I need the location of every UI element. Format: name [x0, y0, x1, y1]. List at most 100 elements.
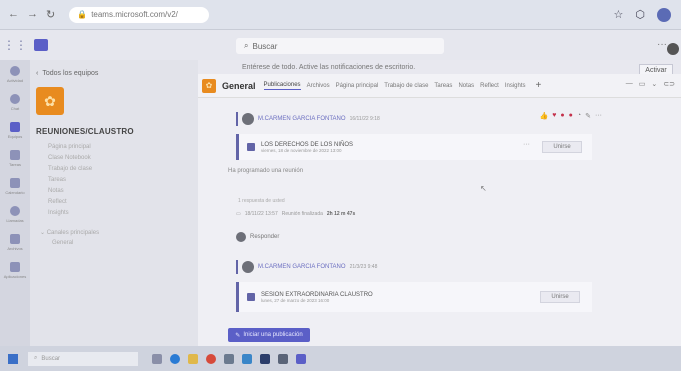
app-icon[interactable] [224, 353, 234, 364]
rail-chat[interactable]: Chat [0, 88, 30, 116]
reload-icon[interactable]: ↻ [46, 8, 55, 21]
address-bar[interactable]: 🔒 teams.microsoft.com/v2/ [69, 6, 210, 23]
post-item: M.CARMEN GARCIA FONTANO 16/11/22 9:18 👍 … [236, 112, 602, 160]
chrome-icon[interactable] [206, 353, 216, 364]
more-options-icon[interactable]: ··· [657, 39, 667, 50]
meeting-ended-line: ▭ 18/11/22 13:57 Reunión finalizada 2h 1… [236, 211, 355, 217]
app-launcher-icon[interactable]: ⋮⋮ [0, 38, 30, 52]
meeting-card[interactable]: LOS DERECHOS DE LOS NIÑOS viernes, 18 de… [236, 134, 592, 160]
task-view-icon[interactable] [152, 353, 162, 364]
rail-calls[interactable]: Llamadas [0, 200, 30, 228]
sidebar-item-home[interactable]: Página principal [36, 144, 192, 155]
sad-icon[interactable]: ◔ [577, 112, 581, 120]
heart-icon[interactable]: ♥ [552, 112, 556, 120]
teams-header: ⋮⋮ ⌕ Buscar ··· [0, 30, 681, 60]
team-sidebar: ‹ Todos los equipos ✿ REUNIONES/CLAUSTRO… [30, 60, 198, 346]
calendar-icon [247, 143, 255, 151]
sidebar-item-notebook[interactable]: Clase Notebook [36, 155, 192, 166]
sidebar-item-reflect[interactable]: Reflect [36, 199, 192, 210]
tab-files[interactable]: Archivos [307, 83, 330, 89]
edge-icon[interactable] [170, 353, 180, 364]
rail-tasks[interactable]: Tareas [0, 144, 30, 172]
app-icon[interactable] [278, 353, 288, 364]
chevron-left-icon: ‹ [36, 70, 39, 77]
replies-count[interactable]: 1 respuesta de usted [238, 198, 285, 204]
posts-feed: M.CARMEN GARCIA FONTANO 16/11/22 9:18 👍 … [198, 98, 681, 346]
reply-button[interactable]: Responder [236, 232, 279, 242]
join-button[interactable]: Unirse [540, 291, 580, 303]
teams-icon[interactable] [296, 353, 306, 364]
sidebar-item-classwork[interactable]: Trabajo de clase [36, 166, 192, 177]
back-label: Todos los equipos [42, 70, 99, 77]
rail-teams[interactable]: Equipos [0, 116, 30, 144]
phone-icon [10, 205, 20, 216]
app-icon[interactable] [260, 353, 270, 364]
app-rail: Actividad Chat Equipos Tareas Calendario… [0, 60, 30, 346]
channel-name: General [222, 80, 256, 91]
channels-head-label: Canales principales [46, 230, 100, 236]
notification-banner: Entérese de todo. Active las notificacio… [198, 60, 681, 74]
ended-time: 18/11/22 13:57 [244, 211, 278, 217]
user-avatar[interactable] [667, 43, 679, 55]
all-teams-link[interactable]: ‹ Todos los equipos [36, 70, 192, 77]
star-icon[interactable]: ☆ [614, 8, 624, 22]
windows-start-icon[interactable] [8, 353, 18, 364]
tab-home[interactable]: Página principal [336, 83, 379, 89]
surprised-icon[interactable]: ● [569, 112, 573, 120]
forward-arrow-icon[interactable]: → [27, 8, 38, 21]
search-placeholder: Buscar [252, 41, 278, 51]
rail-files[interactable]: Archivos [0, 228, 30, 256]
rail-calendar[interactable]: Calendario [0, 172, 30, 200]
tab-assignments[interactable]: Tareas [434, 83, 452, 89]
search-input[interactable]: ⌕ Buscar [236, 38, 444, 54]
team-nav: Página principal Clase Notebook Trabajo … [36, 144, 192, 221]
post-accent [236, 112, 238, 126]
extensions-icon[interactable]: ⬡ [635, 8, 645, 22]
calendar-icon [10, 177, 20, 188]
teams-icon [10, 121, 20, 132]
start-post-button[interactable]: ✎ Iniciar una publicación [228, 328, 310, 342]
expand-icon[interactable]: ⊂⊃ [663, 80, 675, 88]
taskbar: ⌕ Buscar [0, 346, 681, 371]
tab-insights[interactable]: Insights [505, 83, 526, 89]
video-icon[interactable]: ▭ [639, 80, 646, 88]
folder-icon[interactable] [188, 353, 198, 364]
calendar-icon [247, 293, 255, 301]
banner-text: Entérese de todo. Active las notificacio… [242, 63, 416, 71]
taskbar-search[interactable]: ⌕ Buscar [28, 351, 138, 366]
laugh-icon[interactable]: ● [560, 112, 564, 120]
join-button[interactable]: Unirse [542, 141, 582, 153]
rail-apps[interactable]: Aplicaciones [0, 256, 30, 284]
tab-grades[interactable]: Notas [458, 83, 474, 89]
sidebar-item-grades[interactable]: Notas [36, 188, 192, 199]
like-icon[interactable]: 👍 [540, 112, 549, 120]
sidebar-item-general[interactable]: General [36, 240, 192, 246]
sidebar-item-assignments[interactable]: Tareas [36, 177, 192, 188]
post-accent [236, 260, 238, 274]
rail-activity[interactable]: Actividad [0, 60, 30, 88]
sidebar-item-insights[interactable]: Insights [36, 210, 192, 221]
tab-classwork[interactable]: Trabajo de clase [384, 83, 428, 89]
more-options-icon[interactable]: ··· [595, 112, 602, 120]
post-author: M.CARMEN GARCIA FONTANO [258, 116, 346, 122]
app-icon[interactable] [242, 353, 252, 364]
edit-icon[interactable]: ✎ [585, 112, 591, 120]
team-name: REUNIONES/CLAUSTRO [36, 127, 134, 136]
team-avatar[interactable]: ✿ [36, 87, 64, 115]
channels-header[interactable]: ⌄ Canales principales [36, 229, 192, 236]
minus-icon[interactable]: — [626, 80, 633, 88]
meeting-info: LOS DERECHOS DE LOS NIÑOS viernes, 18 de… [261, 142, 353, 153]
tasks-icon [10, 149, 20, 160]
video-icon: ▭ [236, 211, 241, 217]
back-arrow-icon[interactable]: ← [8, 8, 19, 21]
chevron-down-icon[interactable]: ⌄ [651, 80, 657, 88]
tab-posts[interactable]: Publicaciones [263, 82, 301, 90]
add-tab-button[interactable]: + [536, 80, 542, 91]
profile-icon[interactable] [657, 8, 671, 22]
post-item: M.CARMEN GARCIA FONTANO 21/3/23 9:48 SES… [236, 260, 592, 312]
chat-icon [10, 93, 20, 104]
tab-reflect[interactable]: Reflect [480, 83, 499, 89]
meeting-card[interactable]: SESION EXTRAORDINARIA CLAUSTRO lunes, 27… [236, 282, 592, 312]
more-options-icon[interactable]: ··· [523, 141, 530, 148]
post-message: Ha programado una reunión [228, 168, 304, 174]
